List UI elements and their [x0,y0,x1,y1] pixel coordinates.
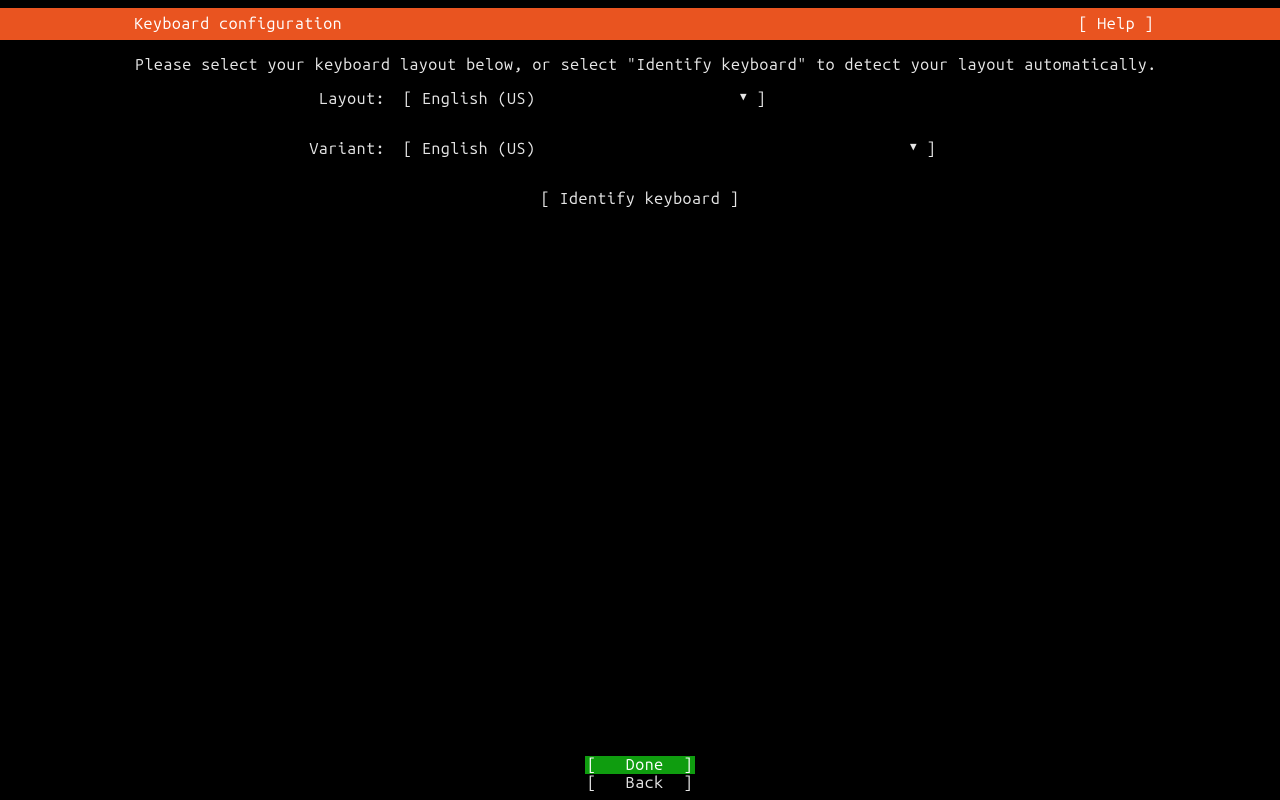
variant-dropdown[interactable]: [ English (US) [385,140,910,158]
page-title: Keyboard configuration [134,15,342,33]
footer-buttons: [ Done] [ Back] [0,756,1280,792]
layout-value: English (US) [422,90,536,108]
layout-field-row: Layout: [ English (US)▼ ] [0,90,1280,108]
help-button[interactable]: [ Help ] [1078,15,1154,33]
back-button[interactable]: [ Back] [585,774,695,792]
instruction-text: Please select your keyboard layout below… [135,56,1280,74]
main-content: Please select your keyboard layout below… [0,40,1280,208]
chevron-down-icon: ▼ [910,140,917,158]
variant-value: English (US) [422,140,536,158]
variant-field-row: Variant: [ English (US)▼ ] [0,140,1280,158]
header-bar: Keyboard configuration [ Help ] [0,8,1280,40]
identify-keyboard-button[interactable]: [ Identify keyboard ] [541,190,740,208]
layout-dropdown[interactable]: [ English (US) [385,90,740,108]
done-button[interactable]: [ Done] [585,756,695,774]
chevron-down-icon: ▼ [740,90,747,108]
layout-label: Layout: [0,90,385,108]
variant-label: Variant: [0,140,385,158]
